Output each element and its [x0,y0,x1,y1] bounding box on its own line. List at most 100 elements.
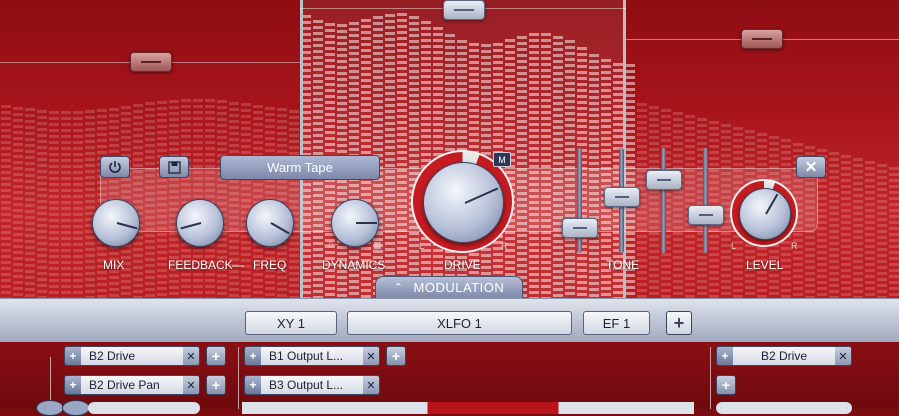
route-add-icon[interactable]: + [245,376,261,394]
spectrum-cell [181,249,191,252]
route-chip[interactable]: + B2 Drive Pan ✕ [64,375,200,395]
spectrum-cell [817,239,827,242]
tone-slider-track[interactable] [661,148,666,253]
spectrum-cell [805,266,815,269]
band-3-handle[interactable] [741,29,783,49]
spectrum-cell [889,251,899,254]
drive-mod-badge[interactable]: M [493,152,511,167]
level-label: LEVEL [746,258,784,272]
spectrum-cell [37,248,47,251]
route-chip[interactable]: + B2 Drive ✕ [64,346,200,366]
route-add-icon[interactable]: + [717,347,733,365]
level-left-marker: L [731,241,737,251]
spectrum-cell [853,194,863,197]
spectrum-cell [25,162,35,165]
add-route-button[interactable]: + [206,346,226,366]
spectrum-cell [241,127,251,130]
spectrum-cell [145,156,155,159]
spectrum-cell [805,236,815,239]
route-add-icon[interactable]: + [65,376,81,394]
preset-selector[interactable]: Warm Tape [220,155,380,180]
xy-pad-handle-icon[interactable] [62,400,90,416]
spectrum-cell [49,207,59,210]
spectrum-cell [889,197,899,200]
spectrum-cell [13,269,23,272]
route-chip[interactable]: + B2 Drive ✕ [716,346,852,366]
add-modulator-button[interactable]: + [666,311,692,335]
add-route-button[interactable]: + [386,346,406,366]
spectrum-cell [889,209,899,212]
route-chip[interactable]: + B3 Output L... ✕ [244,375,380,395]
mix-knob[interactable] [92,199,140,247]
spectrum-cell [289,128,299,131]
xlfo-waveform[interactable] [242,402,694,414]
spectrum-cell [61,201,71,204]
remove-route-icon[interactable]: ✕ [835,347,851,365]
xy-pad-strip[interactable] [88,402,200,414]
spectrum-cell [49,123,59,126]
spectrum-cell [145,258,155,261]
remove-route-icon[interactable]: ✕ [183,376,199,394]
spectrum-cell [733,289,743,292]
ef-meter[interactable] [716,402,852,414]
spectrum-cell [25,192,35,195]
remove-route-icon[interactable]: ✕ [183,347,199,365]
spectrum-cell [229,126,239,129]
spectrum-cell [253,147,263,150]
route-add-icon[interactable]: + [65,347,81,365]
tone-slider-handle[interactable] [646,170,682,190]
close-module-button[interactable]: ✕ [796,156,826,178]
spectrum-cell [793,233,803,236]
spectrum-cell [865,287,875,290]
route-add-icon[interactable]: + [245,347,261,365]
spectrum-cell [217,274,227,277]
tone-slider-handle[interactable] [604,187,640,207]
add-route-button[interactable]: + [716,375,736,395]
spectrum-cell [817,191,827,194]
spectrum-cell [865,209,875,212]
freq-knob[interactable] [246,199,294,247]
spectrum-cell [229,120,239,123]
tab-ef-1[interactable]: EF 1 [583,311,650,335]
tone-slider-handle[interactable] [688,205,724,225]
spectrum-cell [829,182,839,185]
level-knob[interactable] [739,188,791,240]
band-1-handle[interactable] [130,52,172,72]
route-chip[interactable]: + B1 Output L... ✕ [244,346,380,366]
spectrum-cell [853,206,863,209]
band-2-handle[interactable] [443,0,485,20]
spectrum-cell [97,139,107,142]
spectrum-cell [1,105,11,108]
spectrum-cell [97,133,107,136]
remove-route-icon[interactable]: ✕ [363,347,379,365]
spectrum-cell [697,142,707,145]
spectrum-cell [25,114,35,117]
drive-knob[interactable] [423,162,504,243]
spectrum-cell [241,145,251,148]
add-route-button[interactable]: + [206,375,226,395]
spectrum-cell [169,292,179,295]
spectrum-cell [49,177,59,180]
spectrum-cell [637,127,647,130]
spectrum-cell [673,130,683,133]
spectrum-cell [37,146,47,149]
band-visualizer[interactable] [0,0,899,298]
tab-xy-1[interactable]: XY 1 [245,311,337,335]
spectrum-cell [709,241,719,244]
tone-slider-track[interactable] [703,148,708,253]
save-preset-button[interactable] [159,156,189,178]
modulation-tab[interactable]: ⌃ MODULATION [375,276,523,298]
feedback-knob[interactable] [176,199,224,247]
spectrum-cell [853,272,863,275]
remove-route-icon[interactable]: ✕ [363,376,379,394]
tab-xlfo-1[interactable]: XLFO 1 [347,311,572,335]
spectrum-cell [109,282,119,285]
power-button[interactable] [100,156,130,178]
spectrum-cell [637,115,647,118]
xy-pad-handle-icon[interactable] [36,400,64,416]
spectrum-cell [865,263,875,266]
spectrum-cell [241,139,251,142]
spectrum-cell [841,221,851,224]
tone-slider-handle[interactable] [562,218,598,238]
spectrum-cell [637,253,647,256]
